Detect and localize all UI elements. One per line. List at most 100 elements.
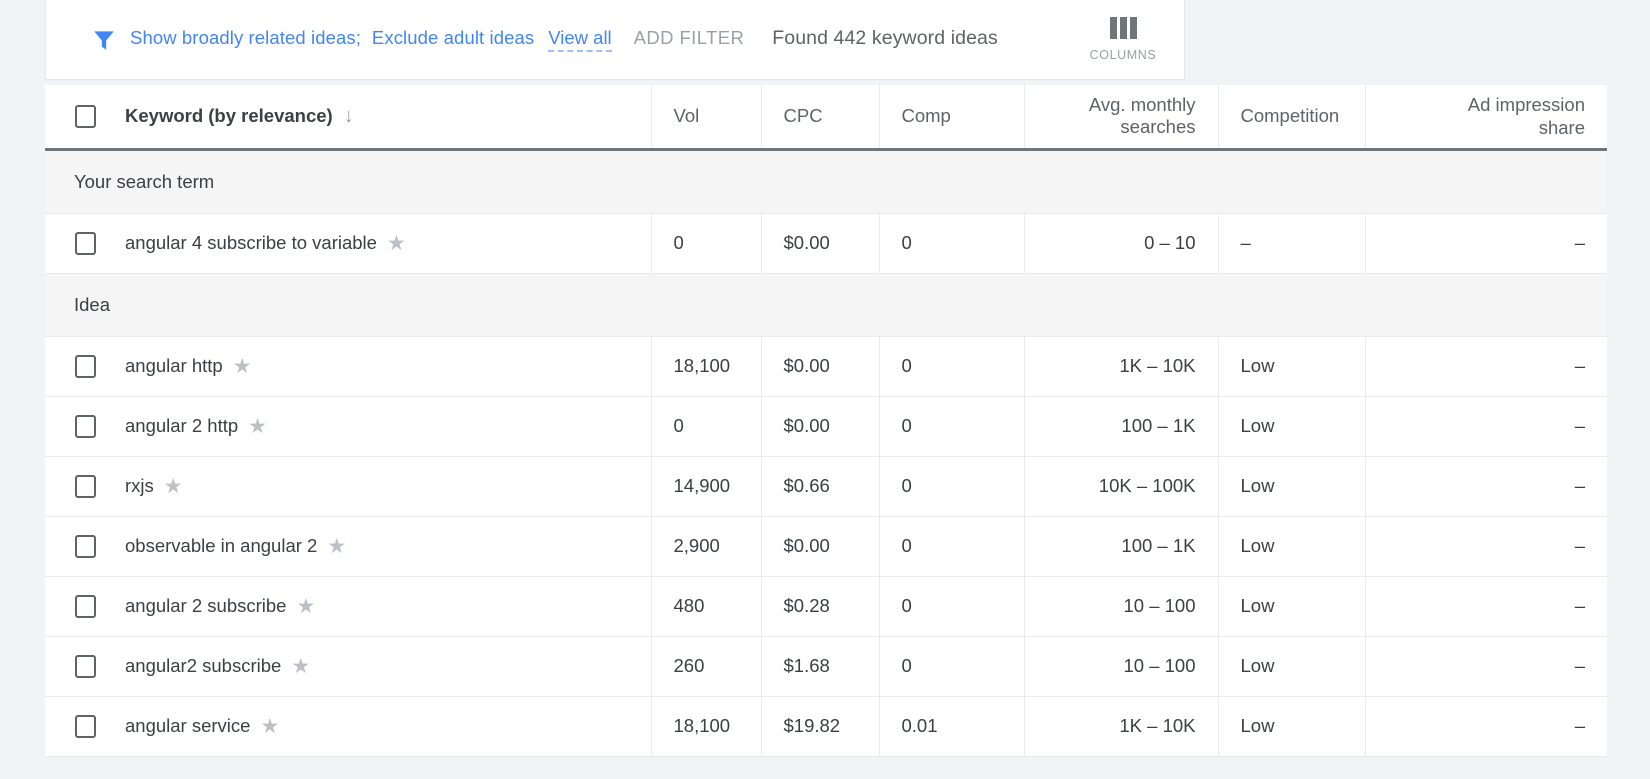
column-header-avg-monthly-searches[interactable]: Avg. monthly searches [1023,85,1218,149]
table-body: Your search term angular 4 subscribe to v… [45,148,1607,757]
cpc-cell: $0.66 [760,456,879,517]
checkbox-unchecked-icon[interactable] [74,354,96,378]
comp-cell: 0 [878,636,1024,697]
checkbox-unchecked-icon[interactable] [74,714,96,738]
add-filter-button[interactable]: ADD FILTER [634,27,745,49]
filter-chip-broadly-related[interactable]: Show broadly related ideas [130,27,356,49]
select-all-checkbox-cell[interactable] [45,104,125,128]
checkbox-unchecked-icon[interactable] [74,474,96,498]
competition-cell: Low [1217,516,1365,577]
vol-cell: 18,100 [650,336,761,397]
keyword-text: angular 2 http [125,415,239,436]
column-header-vol[interactable]: Vol [650,85,761,149]
table-row[interactable]: angular http ★ 18,100 $0.00 0 1K – 10K Low – [45,336,1607,397]
avg-monthly-searches-cell: 100 – 1K [1023,516,1218,577]
table-group-label: Your search term [45,148,1607,214]
ad-impression-share-cell: – [1364,213,1607,274]
table-row[interactable]: angular service ★ 18,100 $19.82 0.01 1K – 10K… [45,696,1607,757]
keyword-text: angular 2 subscribe [125,595,287,616]
star-outline-icon[interactable]: ★ [296,596,315,617]
comp-cell: 0 [878,516,1024,577]
checkbox-unchecked-icon[interactable] [74,414,96,438]
columns-button[interactable]: COLUMNS [1064,17,1182,62]
checkbox-unchecked-icon[interactable] [74,104,96,128]
filter-toolbar: Show broadly related ideas ; Exclude adu… [45,0,1185,80]
keyword-text: angular http [125,355,223,376]
keyword-ideas-table: Keyword (by relevance) ↓ Vol CPC Comp Av… [45,85,1607,757]
found-ideas-count: Found 442 keyword ideas [772,27,998,49]
star-outline-icon[interactable]: ★ [387,233,406,254]
row-checkbox-cell[interactable] [45,594,125,618]
competition-cell: Low [1217,576,1365,637]
table-row[interactable]: angular 2 http ★ 0 $0.00 0 100 – 1K Low – [45,396,1607,457]
star-outline-icon[interactable]: ★ [233,356,252,377]
row-checkbox-cell[interactable] [45,654,125,678]
checkbox-unchecked-icon[interactable] [74,654,96,678]
ad-impression-share-cell: – [1364,696,1607,757]
filter-funnel-icon [78,27,130,53]
checkbox-unchecked-icon[interactable] [74,594,96,618]
table-row[interactable]: rxjs ★ 14,900 $0.66 0 10K – 100K Low – [45,456,1607,517]
star-outline-icon[interactable]: ★ [248,416,267,437]
keyword-text: rxjs [125,475,154,496]
view-all-filters-link[interactable]: View all [548,27,612,52]
ad-impression-share-line2: share [1538,117,1585,139]
avg-monthly-searches-cell: 1K – 10K [1023,336,1218,397]
column-header-keyword-label: Keyword (by relevance) [125,105,333,127]
row-checkbox-cell[interactable] [45,534,125,558]
cpc-cell: $1.68 [760,636,879,697]
active-filter-chips: Show broadly related ideas ; Exclude adu… [130,27,1064,52]
row-checkbox-cell[interactable] [45,414,125,438]
avg-monthly-searches-cell: 10K – 100K [1023,456,1218,517]
competition-cell: Low [1217,456,1365,517]
vol-cell: 480 [650,576,761,637]
column-header-ad-impression-share[interactable]: Ad impression share [1364,85,1607,149]
sort-descending-arrow-icon[interactable]: ↓ [344,106,354,126]
row-checkbox-cell[interactable] [45,354,125,378]
star-outline-icon[interactable]: ★ [164,476,183,497]
comp-cell: 0 [878,396,1024,457]
vol-cell: 260 [650,636,761,697]
checkbox-unchecked-icon[interactable] [74,534,96,558]
competition-cell: – [1217,213,1365,274]
table-row[interactable]: angular2 subscribe ★ 260 $1.68 0 10 – 100 Low – [45,636,1607,697]
avg-monthly-searches-cell: 1K – 10K [1023,696,1218,757]
cpc-cell: $0.00 [760,336,879,397]
table-row[interactable]: angular 4 subscribe to variable ★ 0 $0.00 0 0… [45,213,1607,274]
ad-impression-share-line1: Ad impression [1467,93,1585,115]
keyword-ideas-table-container: Keyword (by relevance) ↓ Vol CPC Comp Av… [45,85,1607,757]
ad-impression-share-cell: – [1364,456,1607,517]
column-header-keyword[interactable]: Keyword (by relevance) ↓ [45,85,651,149]
competition-cell: Low [1217,696,1365,757]
avg-monthly-searches-cell: 10 – 100 [1023,576,1218,637]
column-header-cpc[interactable]: CPC [760,85,879,149]
comp-cell: 0 [878,213,1024,274]
comp-cell: 0.01 [878,696,1024,757]
keyword-text: angular 4 subscribe to variable [125,232,377,253]
star-outline-icon[interactable]: ★ [291,656,310,677]
vol-cell: 2,900 [650,516,761,577]
star-outline-icon[interactable]: ★ [327,536,346,557]
checkbox-unchecked-icon[interactable] [74,231,96,255]
table-header: Keyword (by relevance) ↓ Vol CPC Comp Av… [45,85,1607,149]
star-outline-icon[interactable]: ★ [260,716,279,737]
table-row[interactable]: angular 2 subscribe ★ 480 $0.28 0 10 – 100 Low… [45,576,1607,637]
table-group-row: Your search term [45,148,1607,214]
filter-chip-exclude-adult[interactable]: Exclude adult ideas [372,27,534,49]
keyword-text: angular service [125,715,251,736]
ad-impression-share-cell: – [1364,396,1607,457]
cpc-cell: $0.00 [760,396,879,457]
vol-cell: 18,100 [650,696,761,757]
row-checkbox-cell[interactable] [45,231,125,255]
keyword-text: angular2 subscribe [125,655,282,676]
comp-cell: 0 [878,576,1024,637]
avg-monthly-searches-cell: 10 – 100 [1023,636,1218,697]
table-group-label: Idea [45,272,1607,337]
column-header-competition[interactable]: Competition [1217,85,1365,149]
row-checkbox-cell[interactable] [45,474,125,498]
table-header-row: Keyword (by relevance) ↓ Vol CPC Comp Av… [45,85,1607,149]
table-row[interactable]: observable in angular 2 ★ 2,900 $0.00 0 100 –… [45,516,1607,577]
table-group-row: Idea [45,272,1607,337]
column-header-comp[interactable]: Comp [878,85,1024,149]
row-checkbox-cell[interactable] [45,714,125,738]
